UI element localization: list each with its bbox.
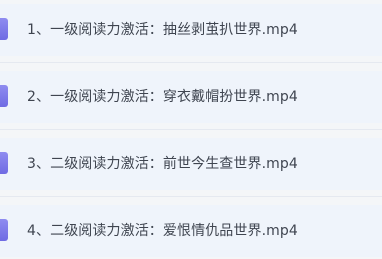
- file-name: 4、二级阅读力激活：爱恨情仇品世界.mp4: [27, 223, 298, 239]
- file-name: 1、一级阅读力激活：抽丝剥茧扒世界.mp4: [27, 22, 298, 38]
- file-list-item[interactable]: 1、一级阅读力激活：抽丝剥茧扒世界.mp4: [0, 4, 382, 56]
- row-divider: [0, 196, 382, 197]
- video-file-icon: [0, 85, 8, 107]
- row-divider: [0, 129, 382, 130]
- video-file-icon: [0, 152, 8, 174]
- file-name: 3、二级阅读力激活：前世今生查世界.mp4: [27, 156, 298, 172]
- row-divider: [0, 62, 382, 63]
- file-name: 2、一级阅读力激活：穿衣戴帽扮世界.mp4: [27, 89, 298, 105]
- file-list-item[interactable]: 3、二级阅读力激活：前世今生查世界.mp4: [0, 138, 382, 190]
- video-file-icon: [0, 18, 8, 40]
- video-file-icon: [0, 219, 8, 241]
- file-list-item[interactable]: 2、一级阅读力激活：穿衣戴帽扮世界.mp4: [0, 71, 382, 123]
- file-list-item[interactable]: 4、二级阅读力激活：爱恨情仇品世界.mp4: [0, 205, 382, 257]
- video-file-list: 1、一级阅读力激活：抽丝剥茧扒世界.mp4 2、一级阅读力激活：穿衣戴帽扮世界.…: [0, 0, 382, 259]
